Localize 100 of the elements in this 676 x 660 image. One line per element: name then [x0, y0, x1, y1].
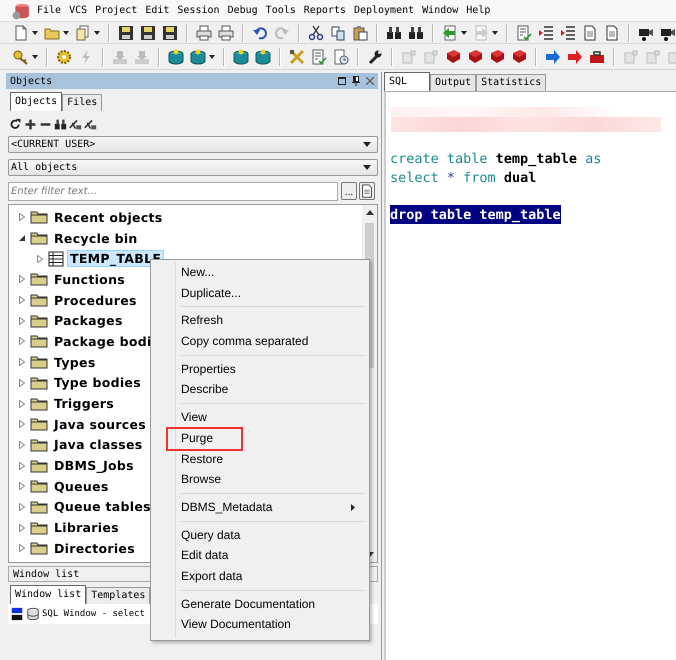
expand-icon[interactable]	[18, 358, 26, 366]
menu-item[interactable]: Project	[91, 5, 142, 16]
expand-icon[interactable]	[18, 524, 26, 532]
database-icon[interactable]	[233, 48, 249, 64]
new-document-icon[interactable]	[13, 24, 29, 40]
document-icon[interactable]	[604, 24, 620, 40]
copy-icon[interactable]	[330, 24, 346, 40]
scroll-up-icon[interactable]	[366, 210, 374, 215]
code-editor[interactable]: create table temp_table as select * from dual drop table temp_table	[384, 91, 676, 660]
expand-icon[interactable]	[18, 337, 26, 346]
document-icon[interactable]	[582, 24, 598, 40]
tree-item[interactable]: Queue tables	[51, 498, 154, 516]
tree-item[interactable]: Functions	[51, 270, 128, 288]
expand-icon[interactable]	[36, 254, 44, 263]
tree-item[interactable]: Queues	[51, 478, 112, 495]
tree-item[interactable]: Types	[51, 354, 99, 371]
printer-icon[interactable]	[196, 24, 212, 40]
expand-icon[interactable]	[18, 462, 26, 470]
paste-icon[interactable]	[352, 24, 368, 40]
maximize-icon[interactable]	[338, 77, 346, 85]
gear-icon[interactable]	[56, 48, 72, 64]
expand-icon[interactable]	[18, 378, 26, 387]
tab[interactable]: Window list	[10, 585, 86, 604]
book-icon[interactable]	[467, 48, 483, 64]
menu-item[interactable]: Properties	[153, 358, 367, 380]
dropdown[interactable]: <CURRENT USER>	[8, 136, 378, 153]
browse-button[interactable]: ...	[341, 182, 357, 200]
tree-item[interactable]: Directories	[51, 540, 138, 557]
tab[interactable]: Output	[430, 74, 476, 91]
database-icon[interactable]	[190, 48, 206, 64]
save-icon[interactable]	[118, 24, 134, 40]
expand-icon[interactable]	[18, 544, 26, 552]
undo-icon[interactable]	[252, 24, 268, 40]
tree-item[interactable]: Recent objects	[51, 208, 166, 226]
checklist-icon[interactable]	[311, 48, 327, 64]
caret-icon[interactable]	[32, 54, 38, 58]
window-list-item[interactable]: SQL Window - select	[42, 609, 145, 619]
tools-icon[interactable]	[289, 48, 305, 64]
pin-icon[interactable]	[352, 76, 360, 86]
arrow-right-icon[interactable]	[567, 48, 583, 64]
caret-icon[interactable]	[363, 165, 371, 170]
caret-icon[interactable]	[63, 30, 69, 34]
document-button[interactable]	[359, 182, 375, 200]
caret-icon[interactable]	[209, 54, 215, 58]
documents-icon[interactable]	[75, 24, 91, 40]
tree-item[interactable]: Recycle bin	[51, 230, 141, 247]
binoculars-icon[interactable]	[54, 118, 67, 130]
dropdown[interactable]: All objects	[8, 159, 378, 176]
binoculars-icon[interactable]	[386, 24, 402, 40]
filter-icon[interactable]	[69, 118, 82, 130]
caret-icon[interactable]	[32, 30, 38, 34]
menu-item[interactable]: Deployment	[350, 5, 418, 16]
menu-item[interactable]: DBMS_Metadata	[153, 496, 367, 518]
expand-icon[interactable]	[18, 420, 26, 428]
tree-item[interactable]: Java classes	[51, 436, 146, 454]
printer-icon[interactable]	[218, 24, 234, 40]
menu-item[interactable]: Describe	[153, 379, 367, 400]
refresh-icon[interactable]	[9, 118, 22, 130]
menu-item[interactable]: Help	[462, 5, 494, 16]
tree-item[interactable]: Triggers	[51, 395, 117, 412]
caret-icon[interactable]	[94, 30, 100, 34]
expand-icon[interactable]	[18, 296, 26, 304]
indent-icon[interactable]	[538, 24, 554, 40]
filter-field[interactable]: Enter filter text...	[8, 182, 338, 200]
import-icon[interactable]	[442, 24, 458, 40]
binoculars-icon[interactable]	[408, 24, 424, 40]
expand-icon[interactable]	[18, 482, 26, 490]
tree-item[interactable]: Procedures	[51, 292, 140, 309]
plus-icon[interactable]	[24, 118, 37, 130]
toolbox-icon[interactable]	[589, 48, 605, 64]
scissors-icon[interactable]	[308, 24, 324, 40]
tree-item[interactable]: DBMS_Jobs	[51, 457, 137, 474]
tab[interactable]: Statistics	[476, 74, 546, 91]
book-icon[interactable]	[489, 48, 505, 64]
close-icon[interactable]	[366, 77, 374, 85]
tab[interactable]: Templates	[86, 587, 150, 604]
expand-icon[interactable]	[18, 502, 26, 511]
key-icon[interactable]	[13, 48, 29, 64]
menu-item[interactable]: Export data	[153, 566, 367, 587]
tree-item[interactable]: Packages	[51, 312, 126, 330]
menu-item[interactable]: Edit	[141, 5, 174, 16]
menu-item[interactable]: Purge	[153, 428, 367, 448]
indent-icon[interactable]	[560, 24, 576, 40]
menu-item[interactable]: Tools	[262, 5, 300, 16]
filter-icon[interactable]	[84, 118, 97, 130]
menu-item[interactable]: Edit data	[153, 545, 367, 566]
menu-item[interactable]: Session	[173, 5, 224, 16]
tree-item[interactable]: Libraries	[51, 519, 122, 536]
tab[interactable]: Files	[62, 94, 102, 111]
menu-item[interactable]: File	[33, 5, 66, 16]
menu-item[interactable]: Duplicate...	[153, 282, 367, 304]
save-icon[interactable]	[162, 24, 178, 40]
menu-item[interactable]: Window	[418, 5, 462, 16]
tree-item[interactable]: Java sources	[51, 416, 150, 433]
menu-item[interactable]: View	[153, 407, 367, 428]
menu-item[interactable]: Browse	[153, 469, 367, 490]
database-icon[interactable]	[168, 48, 184, 64]
clock-document-icon[interactable]	[333, 48, 349, 64]
menu-item[interactable]: Refresh	[153, 310, 367, 332]
database-icon[interactable]	[255, 48, 271, 64]
